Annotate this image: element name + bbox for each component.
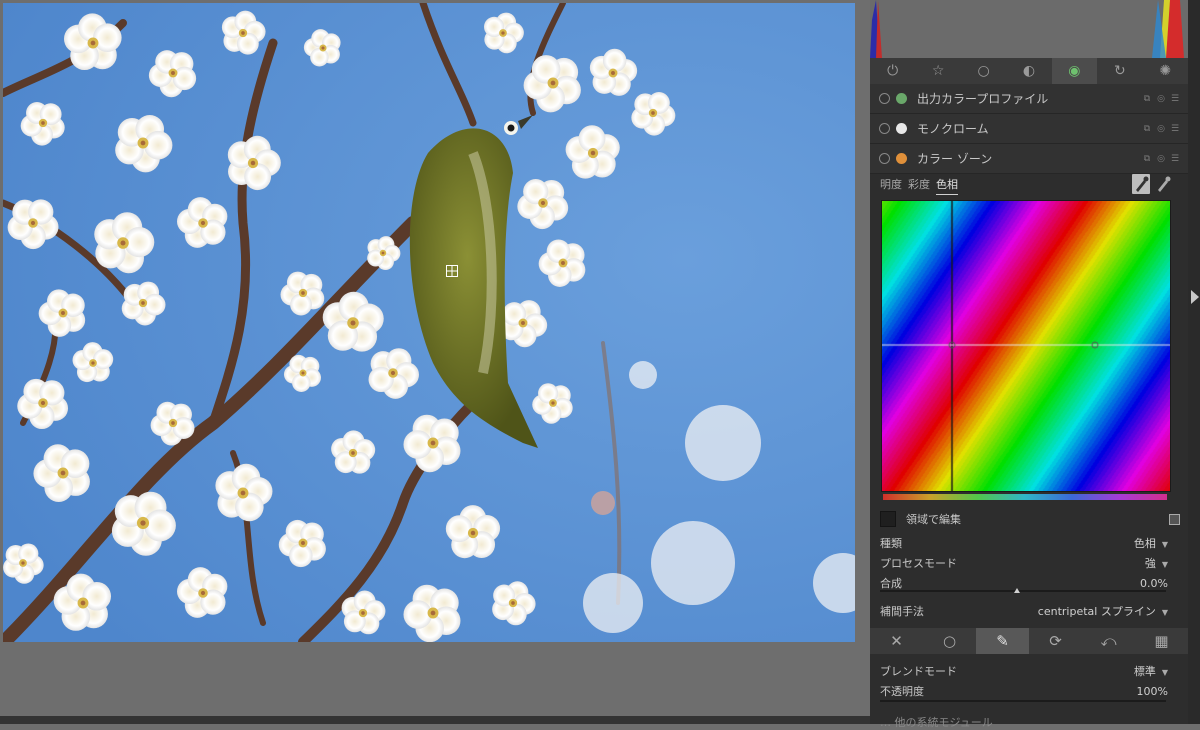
- color-zones-graph[interactable]: [881, 200, 1171, 492]
- power-toggle-icon[interactable]: [879, 93, 890, 104]
- half-circle-icon: ◐: [1022, 63, 1036, 79]
- tab-hue[interactable]: 色相: [936, 176, 958, 195]
- param-value: 0.0%: [1140, 576, 1168, 590]
- module-name: カラー ゾーン: [917, 152, 993, 166]
- blend-tab-uniform[interactable]: ○: [923, 628, 976, 654]
- refresh-icon: ↻: [1113, 63, 1126, 79]
- color-picker-button[interactable]: [1132, 174, 1150, 194]
- color-zones-tabs: 明度 彩度 色相: [880, 176, 958, 195]
- reset-icon[interactable]: ◎: [1154, 94, 1168, 104]
- blend-tab-drawn-parametric[interactable]: ⤺: [1082, 628, 1135, 654]
- eyedropper-plus-icon: [1158, 176, 1171, 192]
- blend-tab-off[interactable]: ✕: [870, 628, 923, 654]
- blend-tab-raster-mask[interactable]: ▦: [1135, 628, 1188, 654]
- param-label: 合成: [880, 577, 902, 590]
- area-edit-row: 領域で編集: [880, 510, 1180, 528]
- presets-icon[interactable]: ☰: [1168, 94, 1182, 104]
- presets-icon[interactable]: ☰: [1168, 124, 1182, 134]
- module-name: モノクローム: [917, 122, 989, 136]
- power-toggle-icon[interactable]: [879, 153, 890, 164]
- star-icon: ☆: [931, 63, 945, 79]
- param-row[interactable]: プロセスモード 強 ▼: [880, 553, 1168, 573]
- blend-value: 標準: [1133, 665, 1156, 678]
- param-label: 種類: [880, 537, 902, 550]
- aperture-icon: ✺: [1159, 63, 1172, 79]
- blend-tab-parametric-mask[interactable]: ⟳: [1029, 628, 1082, 654]
- module-tab-power[interactable]: ⏻: [870, 58, 915, 84]
- hue-strip: [883, 494, 1167, 500]
- multi-instance-icon[interactable]: ⧉: [1140, 154, 1154, 164]
- blend-label: ブレンドモード: [880, 665, 957, 678]
- multi-instance-icon[interactable]: ⧉: [1140, 94, 1154, 104]
- tab-lightness[interactable]: 明度: [880, 176, 902, 195]
- monochrome-icon: [896, 123, 907, 134]
- area-edit-label: 領域で編集: [906, 513, 961, 526]
- blend-value: 100%: [1136, 684, 1168, 698]
- drawn-mask-icon: ✎: [996, 632, 1009, 650]
- module-header[interactable]: カラー ゾーン ⧉ ◎ ☰: [870, 144, 1188, 174]
- blend-label: 不透明度: [880, 685, 924, 698]
- mix-slider[interactable]: [880, 590, 1166, 592]
- module-tab-star[interactable]: ☆: [915, 58, 960, 84]
- parametric-mask-icon: ⟳: [1049, 632, 1062, 650]
- color-zones-icon: [896, 153, 907, 164]
- module-tab-aperture[interactable]: ✺: [1143, 58, 1188, 84]
- set-picker-button[interactable]: [1154, 174, 1172, 194]
- color-wheel-icon: ◉: [1068, 63, 1081, 79]
- module-list: 出力カラープロファイル ⧉ ◎ ☰ モノクローム ⧉ ◎ ☰ カラー ゾーン ⧉ ◎ ☰: [870, 84, 1188, 174]
- dropdown-arrow-icon: ▼: [1161, 608, 1168, 617]
- tab-saturation[interactable]: 彩度: [908, 176, 930, 195]
- area-edit-checkbox[interactable]: [880, 511, 896, 527]
- power-toggle-icon[interactable]: [879, 123, 890, 134]
- mix-slider-handle[interactable]: [1014, 588, 1020, 593]
- raster-mask-icon: ▦: [1154, 632, 1169, 650]
- output-color-profile-icon: [896, 93, 907, 104]
- off-icon: ✕: [890, 632, 903, 650]
- expand-arrow-icon[interactable]: [1191, 290, 1199, 304]
- dropdown-arrow-icon: ▼: [1161, 560, 1168, 569]
- module-header[interactable]: 出力カラープロファイル ⧉ ◎ ☰: [870, 84, 1188, 114]
- reset-icon[interactable]: ◎: [1154, 154, 1168, 164]
- uniform-icon: ○: [942, 632, 957, 650]
- param-value: 色相: [1133, 537, 1156, 550]
- next-module-label: … 他の系統モジュール: [880, 716, 993, 729]
- blend-row[interactable]: ブレンドモード 標準 ▼: [880, 661, 1168, 681]
- drawn-parametric-icon: ⤺: [1100, 632, 1117, 650]
- dropdown-arrow-icon: ▼: [1161, 668, 1168, 677]
- dropdown-arrow-icon: ▼: [1161, 540, 1168, 549]
- multi-instance-icon[interactable]: ⧉: [1140, 124, 1154, 134]
- blend-tab-drawn-mask[interactable]: ✎: [976, 628, 1029, 654]
- param-value: 強: [1144, 557, 1156, 570]
- module-header[interactable]: モノクローム ⧉ ◎ ☰: [870, 114, 1188, 144]
- param-label: 補間手法: [880, 605, 924, 618]
- blend-mask-tabs: ✕ ○ ✎ ⟳ ⤺ ▦: [870, 628, 1188, 654]
- right-panel: ⏻ ☆ ○ ◐ ◉ ↻ ✺ 出力カラープロファイル ⧉ ◎ ☰ モノクローム ⧉ ◎ ☰ カラー ゾーン ⧉ ◎…: [870, 0, 1200, 729]
- circle-icon: ○: [977, 63, 990, 79]
- photo-canvas[interactable]: [3, 3, 855, 642]
- module-tab-color-wheel[interactable]: ◉: [1051, 58, 1098, 84]
- module-tab-half-circle[interactable]: ◐: [1006, 58, 1051, 84]
- center-view: [0, 0, 870, 724]
- module-tab-circle[interactable]: ○: [961, 58, 1006, 84]
- param-label: プロセスモード: [880, 557, 957, 570]
- photo-image: [3, 3, 855, 642]
- reset-icon[interactable]: ◎: [1154, 124, 1168, 134]
- param-value: centripetal スプライン: [1037, 605, 1156, 618]
- power-icon: ⏻: [887, 63, 899, 79]
- param-row[interactable]: 種類 色相 ▼: [880, 533, 1168, 553]
- param-row[interactable]: 補間手法 centripetal スプライン ▼: [880, 601, 1168, 621]
- hue-gradient-area[interactable]: [882, 201, 1170, 491]
- presets-icon[interactable]: ☰: [1168, 154, 1182, 164]
- blend-row[interactable]: 不透明度 100%: [880, 681, 1168, 701]
- focus-crosshair-icon: [446, 265, 458, 277]
- module-name: 出力カラープロファイル: [917, 92, 1049, 106]
- area-edit-toggle-icon[interactable]: [1169, 513, 1180, 525]
- module-tab-refresh[interactable]: ↻: [1097, 58, 1142, 84]
- filmstrip-bar: [0, 716, 870, 724]
- module-group-tabs: ⏻ ☆ ○ ◐ ◉ ↻ ✺: [870, 58, 1188, 84]
- panel-collapse-bar[interactable]: [1188, 0, 1200, 724]
- histogram: [870, 0, 1188, 58]
- opacity-slider[interactable]: [880, 700, 1166, 702]
- eyedropper-icon: [1136, 176, 1149, 192]
